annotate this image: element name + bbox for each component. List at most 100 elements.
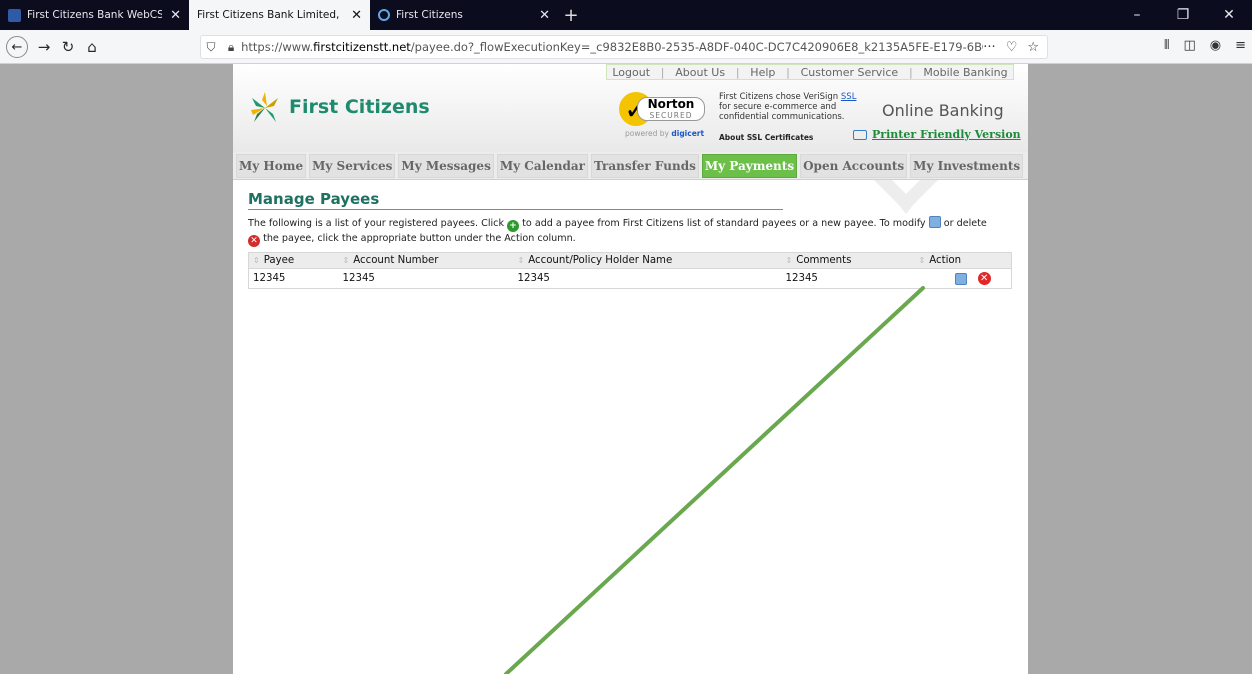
main-navigation: My Home My Services My Messages My Calen… <box>233 152 1028 180</box>
intro-part-2: to add a payee from First Citizens list … <box>522 218 926 229</box>
tab-close-icon[interactable]: ✕ <box>351 8 362 23</box>
tab-my-payments[interactable]: My Payments <box>701 153 798 178</box>
more-actions-icon[interactable]: ··· <box>983 40 995 55</box>
browser-tab-2-active[interactable]: First Citizens Bank Limited, - Manag ✕ <box>189 0 370 30</box>
url-bar[interactable]: ⛉ 🔒︎ https://www.firstcitizenstt.net/pay… <box>200 35 1048 59</box>
column-header-holder-name[interactable]: ⇕ Account/Policy Holder Name <box>513 252 782 269</box>
tab-my-messages[interactable]: My Messages <box>398 153 494 178</box>
intro-text: The following is a list of your register… <box>248 216 1013 247</box>
intro-part-3: or delete <box>943 218 987 229</box>
payee-cell: 12345 <box>253 273 286 284</box>
minimize-icon[interactable]: – <box>1114 7 1160 23</box>
first-citizens-logo[interactable]: First Citizens <box>248 90 430 124</box>
column-header-action[interactable]: ⇕ Action <box>914 252 1012 269</box>
tab-label: First Citizens Bank WebCSR - Co <box>27 9 163 21</box>
column-header-account-number[interactable]: ⇕ Account Number <box>338 252 514 269</box>
browser-tab-strip: First Citizens Bank WebCSR - Co ✕ First … <box>0 0 1252 30</box>
digicert-text: digicert <box>671 129 705 138</box>
library-icon[interactable]: ⫴ <box>1164 38 1169 53</box>
verisign-line1: First Citizens chose VeriSign <box>719 92 839 102</box>
back-arrow-icon[interactable]: ← <box>6 36 28 58</box>
separator: | <box>908 65 913 79</box>
site-header: Logout | About Us | Help | Customer Serv… <box>233 64 1028 152</box>
logout-link[interactable]: Logout <box>612 66 650 79</box>
column-label: Account/Policy Holder Name <box>528 255 673 266</box>
sort-icon: ⇕ <box>253 256 260 265</box>
tab-close-icon[interactable]: ✕ <box>170 8 181 23</box>
action-cell: ✕ <box>915 269 1012 289</box>
pocket-icon[interactable]: ♡ <box>1006 40 1018 55</box>
sort-icon: ⇕ <box>517 256 525 265</box>
tab-my-investments[interactable]: My Investments <box>910 153 1024 178</box>
bank-favicon-icon <box>8 8 21 22</box>
bookmark-star-icon[interactable]: ☆ <box>1027 40 1039 55</box>
separator: | <box>660 65 665 79</box>
about-us-link[interactable]: About Us <box>675 66 725 79</box>
browser-tab-3[interactable]: First Citizens ✕ <box>370 0 558 30</box>
online-banking-label: Online Banking <box>882 101 1004 120</box>
norton-powered: powered by digicert <box>625 129 704 138</box>
lock-icon[interactable]: 🔒︎ <box>221 40 241 55</box>
restore-icon[interactable]: ❐ <box>1160 7 1206 23</box>
home-icon[interactable]: ⌂ <box>80 36 104 58</box>
column-label: Comments <box>796 255 852 266</box>
customer-service-link[interactable]: Customer Service <box>801 66 899 79</box>
tab-my-home[interactable]: My Home <box>236 153 307 178</box>
tab-my-services[interactable]: My Services <box>309 153 396 178</box>
url-tools: ··· ♡ ☆ <box>983 40 1047 55</box>
delete-payee-icon[interactable]: ✕ <box>977 272 991 285</box>
norton-word: Norton <box>647 97 695 111</box>
powered-by-text: powered by <box>625 129 669 138</box>
table-header-row: ⇕ Payee ⇕ Account Number ⇕ Account/Policy H… <box>248 252 1012 269</box>
new-tab-icon[interactable]: + <box>558 0 584 30</box>
table-row: 12345 12345 12345 12345 ✕ <box>249 269 1012 289</box>
printer-friendly-link[interactable]: Printer Friendly Version <box>853 128 1021 141</box>
norton-secured: SECURED <box>649 111 693 120</box>
intro-part-1: The following is a list of your register… <box>248 218 505 229</box>
add-payee-icon[interactable]: + <box>507 220 520 232</box>
account-number-cell: 12345 <box>342 273 375 284</box>
account-icon[interactable]: ◉ <box>1210 38 1221 53</box>
norton-seal[interactable]: ✓ Norton SECURED powered by digicert <box>619 88 709 140</box>
top-links: Logout | About Us | Help | Customer Serv… <box>606 64 1014 80</box>
help-link[interactable]: Help <box>750 66 775 79</box>
tab-open-accounts[interactable]: Open Accounts <box>800 153 908 178</box>
reload-icon[interactable]: ↻ <box>56 36 80 58</box>
verisign-line2: for secure e-commerce and confidential c… <box>719 102 845 122</box>
sidebar-icon[interactable]: ◫ <box>1183 38 1195 53</box>
separator: | <box>786 65 790 79</box>
comments-cell: 12345 <box>785 273 818 284</box>
norton-badge: Norton SECURED <box>637 97 705 121</box>
menu-icon[interactable]: ≡ <box>1235 38 1246 53</box>
logo-mark-icon <box>251 92 278 122</box>
globe-favicon-icon <box>378 9 390 21</box>
shield-icon[interactable]: ⛉ <box>201 40 221 55</box>
browser-tab-1[interactable]: First Citizens Bank WebCSR - Co ✕ <box>0 0 189 30</box>
about-ssl-link[interactable]: About SSL Certificates <box>719 133 813 142</box>
tab-my-calendar[interactable]: My Calendar <box>496 153 588 178</box>
column-header-payee[interactable]: ⇕ Payee <box>248 252 339 269</box>
tab-label: First Citizens Bank Limited, - Manag <box>197 9 343 21</box>
column-label: Action <box>929 255 962 266</box>
mobile-banking-link[interactable]: Mobile Banking <box>923 66 1007 79</box>
intro-part-4: the payee, click the appropriate button … <box>263 233 576 244</box>
ssl-link[interactable]: SSL <box>841 92 857 102</box>
url-text[interactable]: https://www.firstcitizenstt.net/payee.do… <box>241 40 983 54</box>
edit-payee-icon[interactable] <box>954 272 967 285</box>
url-prefix: https://www. <box>241 40 314 54</box>
printer-friendly-label: Printer Friendly Version <box>872 128 1021 141</box>
url-domain: firstcitizenstt.net <box>313 40 411 54</box>
close-window-icon[interactable]: ✕ <box>1206 7 1252 23</box>
separator: | <box>735 65 740 79</box>
forward-arrow-icon[interactable]: → <box>32 36 56 58</box>
sort-icon: ⇕ <box>342 256 350 265</box>
tab-label: First Citizens <box>396 9 463 21</box>
tab-transfer-funds[interactable]: Transfer Funds <box>591 153 699 178</box>
edit-icon <box>928 216 941 228</box>
sort-icon: ⇕ <box>785 256 793 265</box>
tab-close-icon[interactable]: ✕ <box>539 8 550 23</box>
sort-icon: ⇕ <box>918 256 926 265</box>
delete-icon: ✕ <box>248 235 260 247</box>
column-header-comments[interactable]: ⇕ Comments <box>781 252 915 269</box>
logo-text: First Citizens <box>289 96 430 118</box>
